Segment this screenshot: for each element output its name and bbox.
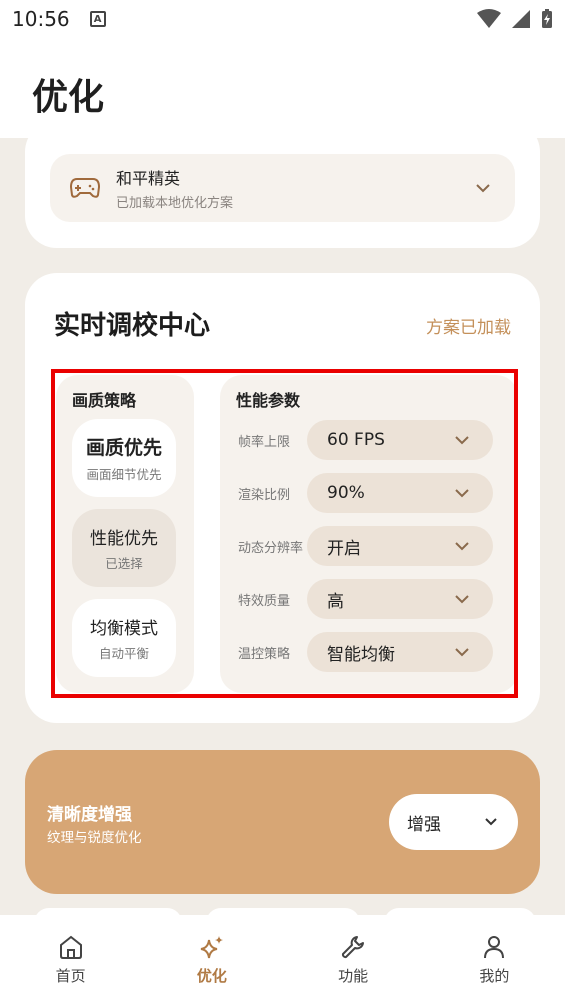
- gamepad-icon: [70, 178, 100, 198]
- sparkle-icon: [200, 936, 223, 959]
- home-icon: [59, 935, 82, 959]
- game-selector[interactable]: 和平精英 已加载本地优化方案: [50, 154, 515, 222]
- tuning-title: 实时调校中心: [54, 311, 211, 341]
- notification-a-icon: A: [89, 11, 106, 27]
- enhance-select[interactable]: 增强: [389, 794, 518, 850]
- status-bar: 10:56 A: [0, 0, 565, 38]
- game-name: 和平精英: [116, 169, 181, 188]
- battery-icon: [542, 9, 552, 28]
- chevron-down-icon: [485, 818, 497, 826]
- game-subtitle: 已加载本地优化方案: [116, 196, 234, 211]
- highlight-box: [51, 369, 518, 698]
- person-icon: [484, 936, 505, 959]
- wrench-icon: [342, 936, 365, 959]
- game-card: 和平精英 已加载本地优化方案: [25, 120, 540, 248]
- cell-signal-icon: [512, 10, 530, 28]
- clarity-enhance-card: 清晰度增强 纹理与锐度优化 增强: [25, 750, 540, 894]
- tab-label: 优化: [196, 967, 227, 985]
- status-time: 10:56: [12, 7, 70, 31]
- chevron-down-icon: [476, 184, 490, 193]
- bottom-tab-bar: 首页 优化 功能 我的: [0, 915, 565, 1004]
- enhance-title: 清晰度增强: [47, 805, 132, 825]
- page-title: 优化: [32, 77, 105, 118]
- enhance-value: 增强: [407, 814, 441, 835]
- tab-functions[interactable]: 功能: [283, 915, 424, 1004]
- enhance-subtitle: 纹理与锐度优化: [47, 830, 142, 846]
- tab-profile[interactable]: 我的: [424, 915, 565, 1004]
- wifi-icon: [477, 9, 501, 28]
- tab-label: 功能: [338, 967, 369, 985]
- tab-label: 我的: [479, 967, 510, 985]
- tab-home[interactable]: 首页: [0, 915, 141, 1004]
- tab-optimize[interactable]: 优化: [141, 915, 282, 1004]
- tab-label: 首页: [55, 967, 86, 985]
- tuning-status: 方案已加载: [426, 318, 511, 338]
